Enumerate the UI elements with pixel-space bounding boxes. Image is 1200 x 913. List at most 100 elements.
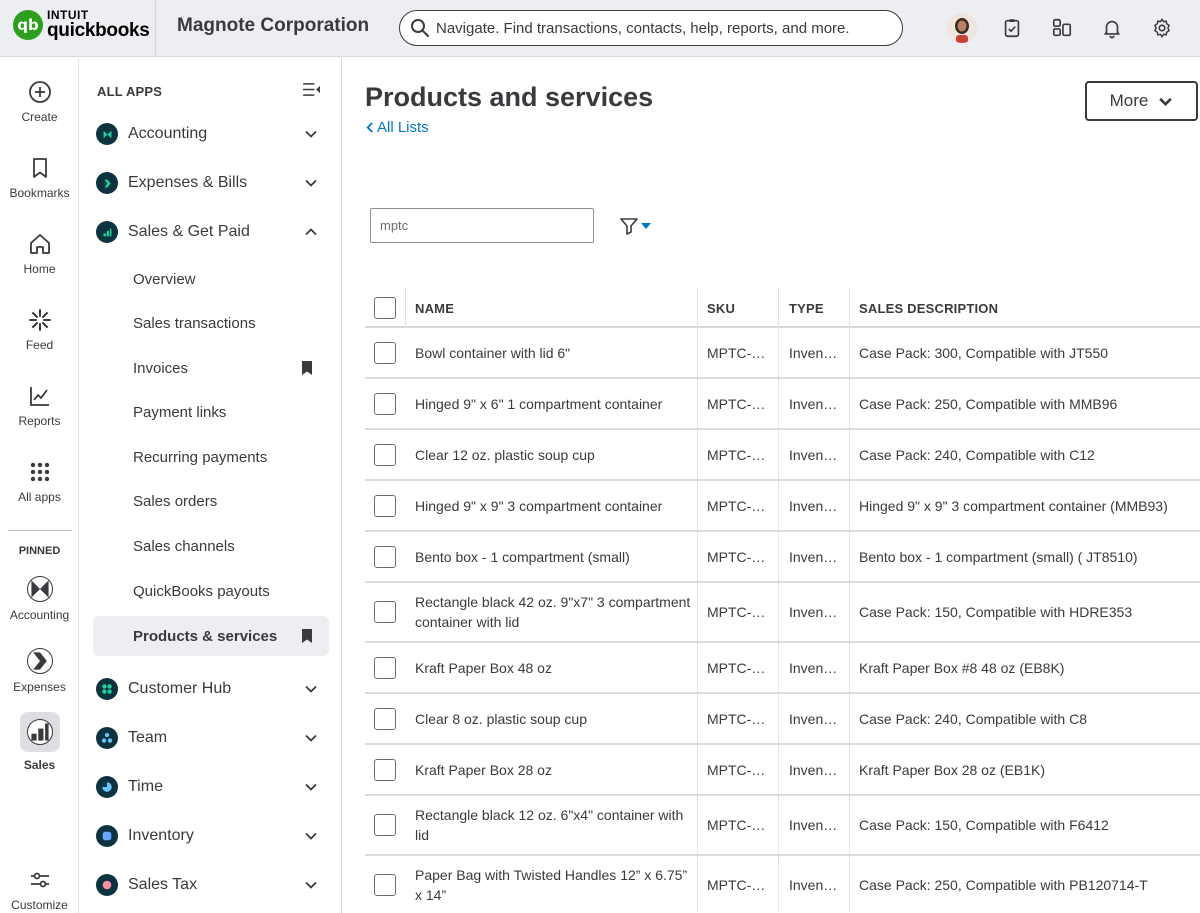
row-checkbox[interactable] — [374, 494, 396, 517]
nav-quickbooks-payouts[interactable]: QuickBooks payouts — [133, 573, 329, 609]
table-row[interactable]: Kraft Paper Box 48 oz MPTC-… Inven… Kraft P… — [365, 643, 1200, 694]
nav-sales-orders[interactable]: Sales orders — [133, 483, 329, 519]
app-inventory[interactable]: Inventory — [96, 821, 326, 851]
table-row[interactable]: Clear 8 oz. plastic soup cup MPTC-… Inven…… — [365, 694, 1200, 745]
avatar[interactable] — [946, 12, 978, 44]
pinned-expenses[interactable]: Expenses — [0, 648, 79, 694]
cell-name[interactable]: Kraft Paper Box 48 oz — [415, 643, 691, 692]
app-sales-get-paid[interactable]: Sales & Get Paid — [96, 217, 326, 247]
nav-sales-transactions[interactable]: Sales transactions — [133, 305, 329, 341]
cell-name[interactable]: Bento box - 1 compartment (small) — [415, 532, 691, 581]
row-checkbox[interactable] — [374, 656, 396, 679]
row-checkbox[interactable] — [374, 707, 396, 730]
more-button[interactable]: More — [1085, 81, 1198, 121]
search-input[interactable] — [436, 19, 896, 37]
cell-name[interactable]: Paper Bag with Twisted Handles 12” x 6.7… — [415, 856, 691, 913]
app-time[interactable]: Time — [96, 772, 326, 802]
rail-divider — [8, 530, 72, 531]
table-row[interactable]: Clear 12 oz. plastic soup cup MPTC-… Inven… — [365, 430, 1200, 481]
table-body: Bowl container with lid 6" MPTC-… Inven… Ca… — [365, 328, 1200, 913]
chevron-down-icon — [305, 783, 317, 791]
cell-name[interactable]: Rectangle black 12 oz. 6"x4" container w… — [415, 796, 691, 854]
cell-name[interactable]: Clear 12 oz. plastic soup cup — [415, 430, 691, 479]
filter-button[interactable] — [619, 216, 651, 236]
cell-sales-description: Case Pack: 240, Compatible with C8 — [859, 710, 1087, 727]
rail-all-apps[interactable]: All apps — [0, 460, 79, 504]
cell-type: Inven… — [789, 548, 838, 565]
header-sales-description[interactable]: SALES DESCRIPTION — [859, 288, 998, 328]
cell-name[interactable]: Hinged 9" x 9" 3 compartment container — [415, 481, 691, 530]
nav-recurring-payments[interactable]: Recurring payments — [133, 439, 329, 475]
cell-name[interactable]: Rectangle black 42 oz. 9"x7" 3 compartme… — [415, 583, 691, 641]
products-table: NAME SKU TYPE SALES DESCRIPTION Bowl con… — [365, 288, 1200, 913]
row-checkbox[interactable] — [374, 874, 396, 896]
row-checkbox[interactable] — [374, 392, 396, 415]
bell-icon[interactable] — [1096, 12, 1128, 44]
bookmark-filled-icon[interactable] — [301, 629, 313, 643]
row-checkbox[interactable] — [374, 443, 396, 466]
cell-sales-description: Case Pack: 150, Compatible with HDRE353 — [859, 604, 1133, 620]
sales-app-icon — [96, 221, 118, 243]
row-checkbox[interactable] — [374, 341, 396, 364]
clipboard-check-icon[interactable] — [996, 12, 1028, 44]
accounting-app-icon — [26, 576, 53, 602]
rail-create[interactable]: Create — [0, 80, 79, 124]
apps-grid-icon[interactable] — [1046, 12, 1078, 44]
header-sku[interactable]: SKU — [707, 288, 735, 328]
expenses-app-icon — [26, 648, 53, 674]
header-type[interactable]: TYPE — [789, 288, 824, 328]
header-name[interactable]: NAME — [415, 288, 454, 328]
cell-sales-description: Case Pack: 300, Compatible with JT550 — [859, 344, 1109, 361]
table-row[interactable]: Bowl container with lid 6" MPTC-… Inven… Ca… — [365, 328, 1200, 379]
bookmark-filled-icon[interactable] — [301, 361, 313, 375]
table-row[interactable]: Paper Bag with Twisted Handles 12” x 6.7… — [365, 856, 1200, 913]
select-all-checkbox[interactable] — [374, 297, 396, 319]
cell-name[interactable]: Kraft Paper Box 28 oz — [415, 745, 691, 794]
row-checkbox[interactable] — [374, 758, 396, 781]
company-name[interactable]: Magnote Corporation — [177, 15, 369, 37]
sales-app-icon — [26, 719, 53, 745]
gear-icon[interactable] — [1146, 12, 1178, 44]
table-row[interactable]: Hinged 9" x 9" 3 compartment container MP… — [365, 481, 1200, 532]
rail-customize[interactable]: Customize — [0, 868, 79, 912]
table-row[interactable]: Hinged 9" x 6" 1 compartment container MP… — [365, 379, 1200, 430]
table-row[interactable]: Kraft Paper Box 28 oz MPTC-… Inven… Kraft P… — [365, 745, 1200, 796]
rail-feed[interactable]: Feed — [0, 308, 79, 352]
row-checkbox[interactable] — [374, 601, 396, 623]
cell-type: Inven… — [789, 344, 838, 361]
pinned-accounting[interactable]: Accounting — [0, 576, 79, 622]
rail-bookmarks[interactable]: Bookmarks — [0, 156, 79, 200]
cell-type: Inven… — [789, 497, 838, 514]
cell-type: Inven… — [789, 659, 838, 676]
table-row[interactable]: Rectangle black 12 oz. 6"x4" container w… — [365, 796, 1200, 856]
nav-overview[interactable]: Overview — [133, 261, 329, 297]
app-team[interactable]: Team — [96, 723, 326, 753]
app-accounting[interactable]: Accounting — [96, 119, 326, 149]
cell-name[interactable]: Bowl container with lid 6" — [415, 328, 691, 377]
app-customer-hub[interactable]: Customer Hub — [96, 674, 326, 704]
bookmark-icon — [32, 158, 47, 178]
global-search[interactable] — [399, 10, 903, 46]
all-lists-link[interactable]: All Lists — [365, 119, 429, 136]
row-checkbox[interactable] — [374, 814, 396, 836]
nav-payment-links[interactable]: Payment links — [133, 394, 329, 430]
collapse-sidebar-icon[interactable] — [302, 82, 321, 102]
cell-name[interactable]: Clear 8 oz. plastic soup cup — [415, 694, 691, 743]
app-expenses-bills[interactable]: Expenses & Bills — [96, 168, 326, 198]
pinned-sales[interactable]: Sales — [0, 712, 79, 772]
app-sales-tax[interactable]: Sales Tax — [96, 870, 326, 900]
cell-sku: MPTC-… — [707, 548, 766, 565]
cell-name[interactable]: Hinged 9" x 6" 1 compartment container — [415, 379, 691, 428]
quickbooks-logo[interactable]: qb INTUIT quickbooks — [13, 9, 150, 40]
nav-sales-channels[interactable]: Sales channels — [133, 528, 329, 564]
rail-reports[interactable]: Reports — [0, 384, 79, 428]
row-checkbox[interactable] — [374, 545, 396, 568]
nav-products-services[interactable]: Products & services — [133, 618, 329, 654]
table-row[interactable]: Bento box - 1 compartment (small) MPTC-… I… — [365, 532, 1200, 583]
rail-label: Reports — [18, 414, 61, 428]
nav-invoices[interactable]: Invoices — [133, 350, 329, 386]
rail-label: Bookmarks — [9, 186, 70, 200]
rail-home[interactable]: Home — [0, 232, 79, 276]
filter-input[interactable] — [370, 208, 594, 243]
table-row[interactable]: Rectangle black 42 oz. 9"x7" 3 compartme… — [365, 583, 1200, 643]
